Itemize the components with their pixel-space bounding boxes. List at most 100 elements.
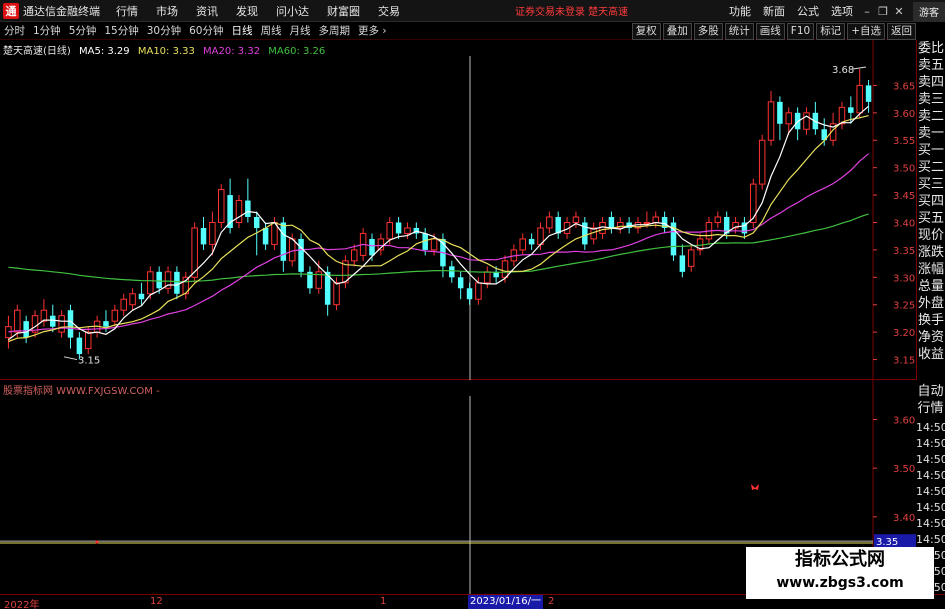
tool-draw-button[interactable]: 画线 bbox=[755, 22, 785, 40]
close-icon[interactable]: ✕ bbox=[891, 5, 907, 18]
ind-axis-label: 3.50 bbox=[893, 464, 915, 475]
candle-body-up bbox=[111, 309, 119, 322]
price-axis-label: 3.45 bbox=[893, 191, 915, 202]
side-tab-9[interactable]: 买四 bbox=[917, 193, 945, 210]
watermark-banner: 指标公式网 www.zbgs3.com bbox=[746, 547, 934, 599]
candle-body-down bbox=[174, 271, 180, 294]
side-tab-12[interactable]: 涨跌 bbox=[917, 244, 945, 261]
side-tab-auto[interactable]: 自动 bbox=[916, 383, 945, 400]
login-warning-text[interactable]: 证券交易未登录 楚天高速 bbox=[515, 3, 628, 18]
price-axis-label: 3.35 bbox=[893, 246, 915, 257]
period-multi[interactable]: 多周期 bbox=[315, 23, 355, 38]
side-tab-8[interactable]: 买三 bbox=[917, 176, 945, 193]
indicator-dot bbox=[95, 540, 99, 544]
menu-layout[interactable]: 新面 bbox=[757, 3, 791, 19]
candle-body-up bbox=[572, 216, 580, 223]
side-tab-10[interactable]: 买五 bbox=[917, 210, 945, 227]
ma60-label: MA60: 3.26 bbox=[268, 46, 326, 57]
tick-time-row: 14:50 bbox=[916, 517, 945, 530]
low-price-annotation: 3.15 bbox=[78, 356, 100, 367]
restore-icon[interactable]: ❐ bbox=[875, 5, 891, 18]
candle-body-up bbox=[58, 315, 65, 333]
ma60-line bbox=[8, 213, 869, 283]
candle-body-down bbox=[76, 337, 83, 355]
period-monthly[interactable]: 月线 bbox=[286, 23, 315, 38]
side-tab-17[interactable]: 净资 bbox=[917, 329, 945, 346]
tick-time-row: 14:50 bbox=[916, 437, 945, 450]
watermark-title: 指标公式网 bbox=[795, 549, 885, 570]
candle-body-up bbox=[484, 271, 491, 284]
tool-stats-button[interactable]: 统计 bbox=[724, 22, 754, 40]
candle-body-down bbox=[200, 227, 207, 245]
side-tab-3[interactable]: 卖三 bbox=[917, 91, 945, 108]
candle-body-up bbox=[714, 216, 722, 223]
minimize-icon[interactable]: – bbox=[859, 5, 875, 18]
period-15min[interactable]: 15分钟 bbox=[100, 23, 142, 38]
candle-body-down bbox=[865, 85, 872, 102]
menu-quotes[interactable]: 行情 bbox=[107, 3, 147, 19]
menu-discover[interactable]: 发现 bbox=[227, 3, 267, 19]
side-tab-quotes[interactable]: 行情 bbox=[916, 400, 945, 417]
candle-body-down bbox=[50, 315, 56, 327]
candle-body-down bbox=[777, 101, 783, 124]
tool-multi-stock-button[interactable]: 多股 bbox=[693, 22, 723, 40]
side-tab-6[interactable]: 买一 bbox=[917, 142, 945, 159]
tool-add-watchlist-button[interactable]: +自选 bbox=[847, 22, 885, 40]
candle-body-down bbox=[395, 222, 402, 234]
top-right-controls: 功能 新面 公式 选项 – ❐ ✕ 游客 bbox=[723, 0, 945, 22]
price-axis-label: 3.20 bbox=[893, 328, 915, 339]
period-1min[interactable]: 1分钟 bbox=[29, 23, 65, 38]
period-daily[interactable]: 日线 bbox=[228, 23, 257, 38]
tool-overlay-button[interactable]: 叠加 bbox=[662, 22, 692, 40]
menu-assistant[interactable]: 问小达 bbox=[267, 3, 318, 19]
tick-time-row: 14:50 bbox=[916, 469, 945, 482]
side-quote-tabs: 委比 卖五 卖四 卖三 卖二 卖一 买一 买二 买三 买四 买五 现价 涨跌 涨幅 总量 外盘 换手 净资 收益 bbox=[916, 40, 945, 380]
side-tab-15[interactable]: 外盘 bbox=[917, 295, 945, 312]
side-tab-16[interactable]: 换手 bbox=[917, 312, 945, 329]
candle-body-up bbox=[218, 189, 225, 223]
side-tab-14[interactable]: 总量 bbox=[917, 278, 945, 295]
ma5-line bbox=[8, 105, 869, 341]
candlestick-chart[interactable]: 3.65 3.60 3.55 3.50 3.45 3.40 3.35 3.30 3.25 3.20… bbox=[0, 40, 916, 380]
price-axis-label: 3.55 bbox=[893, 136, 915, 147]
candle-body-down bbox=[253, 217, 260, 228]
stock-name-label: 楚天高速(日线) bbox=[3, 46, 71, 57]
ind-axis-label: 3.60 bbox=[893, 415, 915, 426]
menu-trade[interactable]: 交易 bbox=[369, 3, 409, 19]
menu-function[interactable]: 功能 bbox=[723, 3, 757, 19]
period-30min[interactable]: 30分钟 bbox=[143, 23, 185, 38]
side-tab-4[interactable]: 卖二 bbox=[917, 108, 945, 125]
tool-back-button[interactable]: 返回 bbox=[887, 22, 916, 40]
guest-button[interactable]: 游客 bbox=[913, 1, 945, 21]
candle-body-up bbox=[519, 238, 526, 251]
menu-formula[interactable]: 公式 bbox=[791, 3, 825, 19]
tool-adjust-button[interactable]: 复权 bbox=[631, 22, 661, 40]
candle-body-up bbox=[430, 238, 438, 251]
menu-wealth-circle[interactable]: 财富圈 bbox=[318, 3, 369, 19]
side-tab-0[interactable]: 委比 bbox=[917, 40, 945, 57]
period-60min[interactable]: 60分钟 bbox=[185, 23, 227, 38]
menu-options[interactable]: 选项 bbox=[825, 3, 859, 19]
ind-axis-label: 3.40 bbox=[893, 513, 915, 524]
tool-mark-button[interactable]: 标记 bbox=[816, 22, 846, 40]
menu-market[interactable]: 市场 bbox=[147, 3, 187, 19]
side-tab-5[interactable]: 卖一 bbox=[917, 125, 945, 142]
app-title: 通达信金融终端 bbox=[23, 4, 100, 18]
candle-body-down bbox=[449, 266, 455, 278]
tool-f10-button[interactable]: F10 bbox=[786, 22, 815, 40]
side-tab-13[interactable]: 涨幅 bbox=[917, 261, 945, 278]
side-tab-11[interactable]: 现价 bbox=[917, 227, 945, 244]
side-tab-1[interactable]: 卖五 bbox=[917, 57, 945, 74]
candle-body-down bbox=[138, 293, 145, 300]
period-weekly[interactable]: 周线 bbox=[257, 23, 286, 38]
period-intraday[interactable]: 分时 bbox=[0, 23, 29, 38]
side-tab-2[interactable]: 卖四 bbox=[917, 74, 945, 91]
candle-body-down bbox=[679, 255, 686, 272]
main-chart-panel[interactable]: 3.65 3.60 3.55 3.50 3.45 3.40 3.35 3.30 3.25 3.20… bbox=[0, 40, 916, 380]
period-5min[interactable]: 5分钟 bbox=[65, 23, 101, 38]
candle-body-down bbox=[156, 271, 162, 289]
period-more[interactable]: 更多 › bbox=[354, 23, 391, 38]
side-tab-7[interactable]: 买二 bbox=[917, 159, 945, 176]
side-tab-18[interactable]: 收益 bbox=[917, 346, 945, 363]
menu-news[interactable]: 资讯 bbox=[187, 3, 227, 19]
